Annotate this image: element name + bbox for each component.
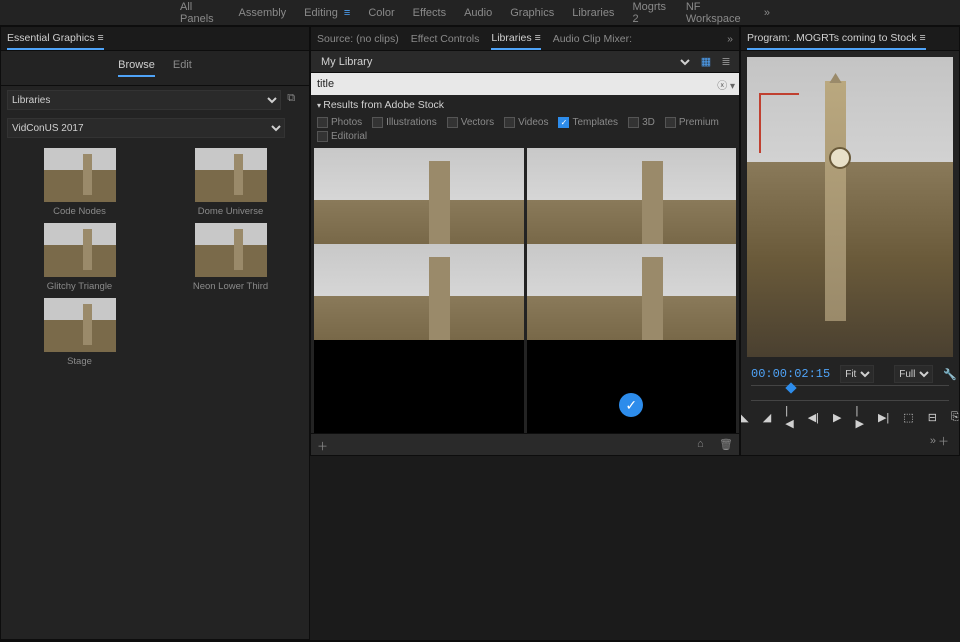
zoom-select[interactable]: Fit [840, 365, 874, 383]
program-viewport[interactable] [747, 57, 953, 357]
eg-subtabs: Browse Edit [1, 51, 309, 86]
subtab-edit[interactable]: Edit [173, 59, 192, 77]
grid-view-icon[interactable]: ▦ [699, 55, 713, 69]
ws-tab[interactable]: Assembly [238, 7, 286, 19]
transport-controls: ◣ ◢ |◀ ◀| ▶ |▶ ▶| ⬚ ⊟ ⎘ [741, 401, 959, 433]
library-select[interactable]: My Library [317, 53, 693, 71]
source-panel: Source: (no clips) Effect Controls Libra… [310, 26, 740, 456]
go-out-icon[interactable]: ▶| [878, 409, 889, 425]
ws-tab[interactable]: NF Workspace [686, 1, 746, 25]
stock-filters: Photos Illustrations Vectors Videos Temp… [311, 115, 739, 148]
check-icon: ✓ [619, 393, 643, 417]
new-folder-icon[interactable]: ⧉ [287, 92, 303, 108]
ws-tab[interactable]: Libraries [572, 7, 614, 19]
workspace-bar: All Panels Assembly Editing ≡ Color Effe… [0, 0, 960, 26]
play-icon[interactable]: ▶ [833, 409, 841, 425]
ws-tab[interactable]: Effects [413, 7, 446, 19]
tab-effect-controls[interactable]: Effect Controls [411, 29, 480, 49]
library-search: ⓧ ▾ [311, 73, 739, 95]
tab-audio-mixer[interactable]: Audio Clip Mixer: [553, 29, 632, 49]
ws-tab[interactable]: Mogrts 2 [632, 1, 667, 25]
eg-library-select[interactable]: VidConUS 2017 [7, 118, 285, 138]
results-header[interactable]: Results from Adobe Stock [311, 95, 739, 115]
program-timecode-row: 00:00:02:15 Fit Full 🔧 00:00:10:00 [741, 363, 959, 385]
mark-in-icon[interactable]: ◣ [740, 409, 748, 425]
subtab-browse[interactable]: Browse [118, 59, 155, 77]
library-selector-row: My Library ▦ ≣ [311, 51, 739, 73]
search-input[interactable] [315, 77, 717, 91]
panel-overflow-icon[interactable]: » [727, 29, 733, 49]
step-fwd-icon[interactable]: |▶ [855, 409, 863, 425]
ws-tab-editing[interactable]: Editing ≡ [304, 7, 350, 19]
eg-item[interactable]: Glitchy Triangle [7, 223, 152, 292]
tab-libraries[interactable]: Libraries ≡ [491, 28, 540, 50]
eg-source-select[interactable]: Libraries [7, 90, 281, 110]
filter-illustrations[interactable]: Illustrations [372, 117, 437, 128]
button-editor-overflow[interactable]: » ＋ [930, 433, 949, 449]
export-frame-icon[interactable]: ⎘ [951, 409, 960, 425]
cart-icon[interactable]: ⌂ [697, 438, 711, 452]
stock-thumb[interactable] [314, 340, 524, 433]
tab-essential-graphics[interactable]: Essential Graphics ≡ [7, 28, 104, 50]
eg-templates-grid: Code Nodes Dome Universe Glitchy Triangl… [1, 142, 309, 373]
tab-program[interactable]: Program: .MOGRTs coming to Stock ≡ [747, 28, 926, 50]
program-scrubber[interactable] [751, 385, 949, 401]
stock-results-grid: ✓ [311, 148, 739, 433]
step-back-icon[interactable]: ◀| [808, 409, 819, 425]
ws-tab[interactable]: Audio [464, 7, 492, 19]
eg-item[interactable]: Neon Lower Third [158, 223, 303, 292]
filter-3d[interactable]: 3D [628, 117, 655, 128]
go-in-icon[interactable]: |◀ [785, 409, 793, 425]
quality-select[interactable]: Full [894, 365, 933, 383]
eg-item[interactable]: Stage [7, 298, 152, 367]
program-monitor: Program: .MOGRTs coming to Stock ≡ 00:00… [740, 26, 960, 456]
filter-premium[interactable]: Premium [665, 117, 719, 128]
playhead-icon[interactable] [785, 382, 796, 393]
ws-overflow-icon[interactable]: » [764, 7, 780, 19]
trash-icon[interactable]: 🗑 [719, 438, 733, 452]
filter-templates[interactable]: Templates [558, 117, 618, 128]
filter-vectors[interactable]: Vectors [447, 117, 494, 128]
filter-editorial[interactable]: Editorial [317, 131, 367, 142]
filter-videos[interactable]: Videos [504, 117, 548, 128]
lift-icon[interactable]: ⬚ [903, 409, 913, 425]
tab-source[interactable]: Source: (no clips) [317, 29, 399, 49]
stock-thumb-selected[interactable]: ✓ [527, 340, 737, 433]
eg-item[interactable]: Code Nodes [7, 148, 152, 217]
source-tabrow: Source: (no clips) Effect Controls Libra… [311, 27, 739, 51]
clear-search-icon[interactable]: ⓧ ▾ [717, 77, 735, 92]
library-footer: ＋ ⌂ 🗑 [311, 433, 739, 455]
eg-tabrow: Essential Graphics ≡ [1, 27, 309, 51]
extract-icon[interactable]: ⊟ [928, 409, 937, 425]
filter-photos[interactable]: Photos [317, 117, 362, 128]
mark-out-icon[interactable]: ◢ [763, 409, 771, 425]
eg-item[interactable]: Dome Universe [158, 148, 303, 217]
program-timecode[interactable]: 00:00:02:15 [751, 367, 830, 381]
program-tabrow: Program: .MOGRTs coming to Stock ≡ [741, 27, 959, 51]
add-icon[interactable]: ＋ [317, 438, 331, 452]
essential-graphics-panel: Essential Graphics ≡ Browse Edit Librari… [0, 26, 310, 640]
settings-icon[interactable]: 🔧 [943, 368, 957, 381]
list-view-icon[interactable]: ≣ [719, 55, 733, 69]
ws-tab[interactable]: Color [368, 7, 394, 19]
ws-tab[interactable]: Graphics [510, 7, 554, 19]
ws-tab[interactable]: All Panels [180, 1, 220, 25]
